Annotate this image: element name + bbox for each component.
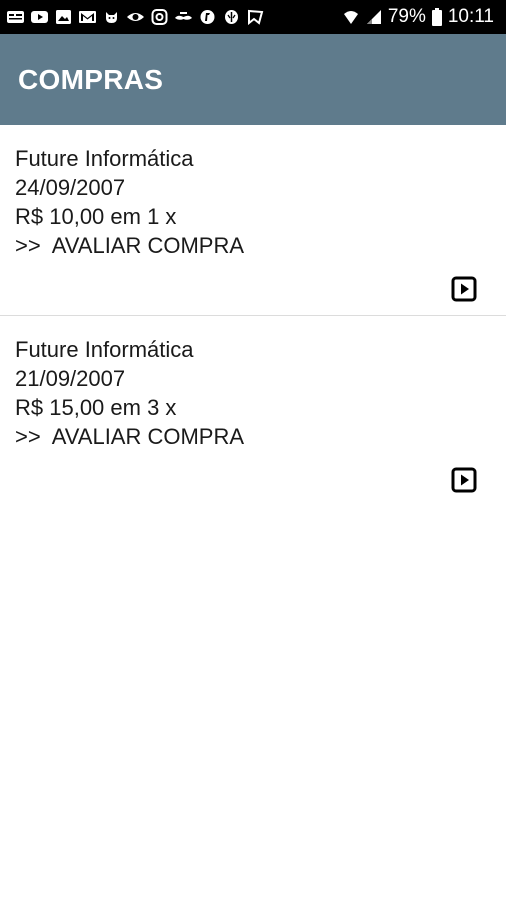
- cat-icon: [102, 9, 121, 25]
- status-bar: 79% 10:11: [0, 0, 506, 34]
- list-item[interactable]: Future Informática 21/09/2007 R$ 15,00 e…: [0, 316, 506, 507]
- battery-percent: 79%: [387, 6, 426, 27]
- battery-icon: [431, 8, 442, 26]
- notification-icons: [6, 9, 265, 25]
- play-icon[interactable]: [451, 276, 477, 302]
- store-name: Future Informática: [15, 337, 194, 362]
- list-item[interactable]: Future Informática 24/09/2007 R$ 10,00 e…: [0, 125, 506, 316]
- purchase-amount: R$ 15,00 em 3 x: [15, 395, 177, 420]
- signal-icon: [366, 9, 382, 25]
- app-icon: [198, 9, 217, 25]
- alien-icon: [222, 9, 241, 25]
- purchase-date: 21/09/2007: [15, 366, 126, 391]
- cast-icon: [246, 9, 265, 25]
- system-icons: 79% 10:11: [342, 6, 494, 28]
- store-name: Future Informática: [15, 146, 194, 171]
- app-bar: COMPRAS: [0, 34, 506, 125]
- wifi-icon: [342, 8, 360, 26]
- purchase-amount: R$ 10,00 em 1 x: [15, 204, 177, 229]
- news-icon: [6, 9, 25, 25]
- instagram-icon: [150, 9, 169, 25]
- gmail-icon: [78, 9, 97, 25]
- mustache-icon: [174, 9, 193, 25]
- purchase-list: Future Informática 24/09/2007 R$ 10,00 e…: [0, 125, 506, 507]
- purchase-date: 24/09/2007: [15, 175, 126, 200]
- page-title: COMPRAS: [18, 63, 164, 95]
- image-icon: [54, 9, 73, 25]
- play-icon[interactable]: [451, 467, 477, 493]
- rate-purchase-link[interactable]: >> AVALIAR COMPRA: [15, 422, 506, 451]
- rate-purchase-link[interactable]: >> AVALIAR COMPRA: [15, 231, 506, 260]
- clock: 10:11: [447, 6, 494, 27]
- youtube-icon: [30, 9, 49, 25]
- eye-icon: [126, 9, 145, 25]
